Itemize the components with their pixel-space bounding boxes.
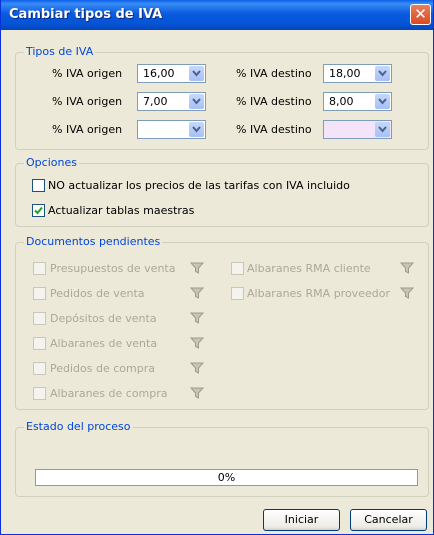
iniciar-button[interactable]: Iniciar — [263, 509, 340, 531]
estado-group: Estado del proceso — [15, 420, 429, 497]
iva-destino-value-1: 18,00 — [329, 67, 361, 80]
estado-legend: Estado del proceso — [24, 420, 133, 433]
iva-destino-select-1[interactable]: 18,00 — [323, 64, 392, 83]
filter-icon[interactable] — [190, 262, 204, 274]
opciones-legend: Opciones — [24, 156, 79, 169]
progress-text: 0% — [217, 471, 236, 484]
cancelar-button[interactable]: Cancelar — [350, 509, 427, 531]
iva-origen-select-1[interactable]: 16,00 — [137, 64, 206, 83]
filter-icon[interactable] — [400, 262, 414, 274]
filter-icon[interactable] — [190, 387, 204, 399]
iva-origen-label-2: % IVA origen — [52, 95, 123, 108]
pedidos-compra-checkbox[interactable] — [33, 362, 46, 375]
iva-destino-value-2: 8,00 — [329, 95, 354, 108]
albaranes-rma-proveedor-label: Albaranes RMA proveedor — [247, 287, 390, 300]
iniciar-button-label: Iniciar — [284, 513, 319, 526]
chevron-down-icon[interactable] — [375, 94, 390, 109]
actualizar-tablas-checkbox[interactable] — [32, 204, 45, 217]
iva-destino-label-2: % IVA destino — [236, 95, 312, 108]
dialog-window: Cambiar tipos de IVA ✕ Tipos de IVA % IV… — [0, 0, 434, 535]
albaranes-compra-checkbox[interactable] — [33, 387, 46, 400]
albaranes-venta-label: Albaranes de venta — [50, 337, 158, 350]
progress-bar: 0% — [35, 469, 418, 486]
chevron-down-icon[interactable] — [375, 122, 390, 137]
iva-origen-value-2: 7,00 — [143, 95, 168, 108]
filter-icon[interactable] — [400, 287, 414, 299]
cancelar-button-label: Cancelar — [364, 513, 413, 526]
iva-origen-label-1: % IVA origen — [52, 67, 123, 80]
albaranes-compra-label: Albaranes de compra — [50, 387, 168, 400]
pedidos-venta-checkbox[interactable] — [33, 287, 46, 300]
documentos-legend: Documentos pendientes — [24, 235, 163, 248]
chevron-down-icon[interactable] — [189, 66, 204, 81]
depositos-venta-label: Depósitos de venta — [50, 312, 157, 325]
chevron-down-icon[interactable] — [189, 94, 204, 109]
filter-icon[interactable] — [190, 362, 204, 374]
title-bar: Cambiar tipos de IVA ✕ — [1, 0, 433, 30]
no-actualizar-precios-checkbox[interactable] — [32, 179, 45, 192]
check-icon — [34, 206, 43, 215]
window-title: Cambiar tipos de IVA — [9, 7, 163, 22]
filter-icon[interactable] — [190, 312, 204, 324]
depositos-venta-checkbox[interactable] — [33, 312, 46, 325]
iva-origen-label-3: % IVA origen — [52, 123, 123, 136]
chevron-down-icon[interactable] — [189, 122, 204, 137]
actualizar-tablas-label[interactable]: Actualizar tablas maestras — [48, 204, 194, 217]
iva-destino-label-1: % IVA destino — [236, 67, 312, 80]
albaranes-rma-cliente-checkbox[interactable] — [231, 262, 244, 275]
iva-origen-value-1: 16,00 — [143, 67, 175, 80]
iva-destino-label-3: % IVA destino — [236, 123, 312, 136]
chevron-down-icon[interactable] — [375, 66, 390, 81]
iva-origen-select-2[interactable]: 7,00 — [137, 92, 206, 111]
pedidos-venta-label: Pedidos de venta — [50, 287, 145, 300]
albaranes-venta-checkbox[interactable] — [33, 337, 46, 350]
albaranes-rma-cliente-label: Albaranes RMA cliente — [247, 262, 371, 275]
close-button[interactable]: ✕ — [410, 4, 431, 25]
tipos-iva-legend: Tipos de IVA — [24, 45, 96, 58]
opciones-group: Opciones — [15, 156, 429, 227]
iva-destino-select-2[interactable]: 8,00 — [323, 92, 392, 111]
filter-icon[interactable] — [190, 337, 204, 349]
iva-destino-select-3[interactable] — [323, 120, 392, 139]
filter-icon[interactable] — [190, 287, 204, 299]
pedidos-compra-label: Pedidos de compra — [50, 362, 155, 375]
albaranes-rma-proveedor-checkbox[interactable] — [231, 287, 244, 300]
presupuestos-venta-checkbox[interactable] — [33, 262, 46, 275]
no-actualizar-precios-label[interactable]: NO actualizar los precios de las tarifas… — [48, 179, 350, 192]
iva-origen-select-3[interactable] — [137, 120, 206, 139]
presupuestos-venta-label: Presupuestos de venta — [50, 262, 176, 275]
close-icon: ✕ — [414, 5, 427, 23]
